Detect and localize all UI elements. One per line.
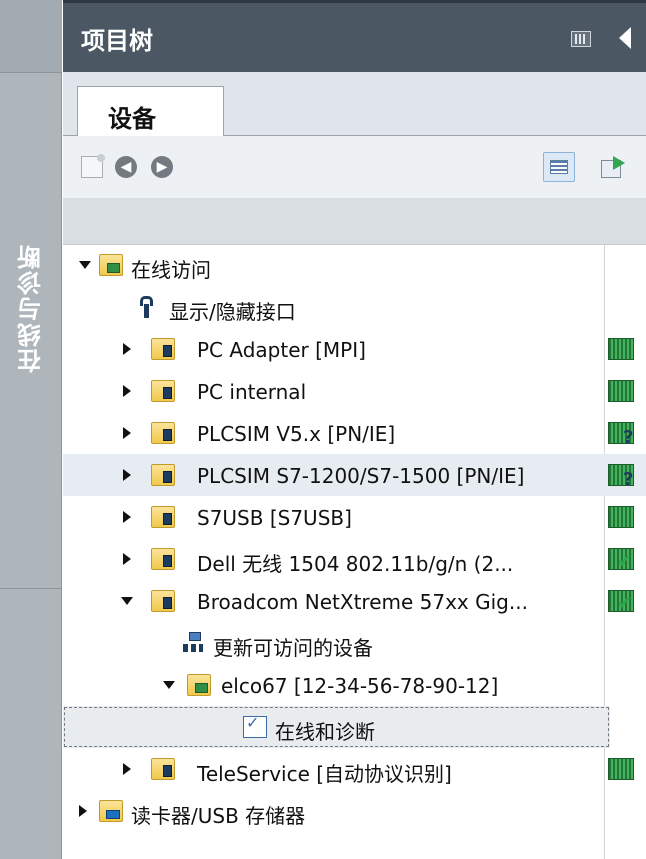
interface-folder-icon bbox=[151, 506, 175, 528]
wrench-icon bbox=[139, 296, 163, 318]
details-view-icon[interactable] bbox=[543, 152, 575, 182]
tree-row-label: TeleService [自动协议识别] bbox=[197, 762, 452, 786]
tree-row-broadcom[interactable]: Broadcom NetXtreme 57xx Gig... bbox=[63, 580, 646, 622]
online-status-icon bbox=[608, 758, 634, 780]
expand-toggle-icon[interactable] bbox=[123, 763, 131, 775]
side-tab-header bbox=[0, 0, 62, 73]
panel-title: 项目树 bbox=[81, 27, 153, 55]
collapse-left-icon[interactable] bbox=[619, 27, 631, 49]
tree-row-label: 更新可访问的设备 bbox=[213, 636, 373, 660]
tree-row-label: 显示/隐藏接口 bbox=[169, 300, 296, 324]
tree-row-pc-internal[interactable]: PC internal bbox=[63, 370, 646, 412]
interface-folder-icon bbox=[151, 590, 175, 612]
expand-toggle-icon[interactable] bbox=[163, 681, 175, 689]
expand-toggle-icon[interactable] bbox=[121, 597, 133, 605]
tree-row-online-diagnostics[interactable]: 在线和诊断 bbox=[63, 706, 610, 748]
expand-toggle-icon[interactable] bbox=[123, 469, 131, 481]
interface-folder-icon bbox=[151, 422, 175, 444]
interface-folder-icon bbox=[151, 338, 175, 360]
tab-devices[interactable]: 设备 bbox=[77, 86, 224, 137]
export-icon[interactable] bbox=[601, 154, 627, 180]
interface-folder-icon bbox=[151, 380, 175, 402]
online-status-icon bbox=[608, 338, 634, 360]
online-status-icon bbox=[608, 380, 634, 402]
new-group-icon[interactable] bbox=[81, 154, 105, 178]
expand-toggle-icon[interactable] bbox=[79, 261, 91, 269]
update-devices-icon bbox=[183, 632, 207, 654]
tree-row-plcsim-v5[interactable]: PLCSIM V5.x [PN/IE] bbox=[63, 412, 646, 454]
connected-status-icon bbox=[608, 590, 634, 614]
tree-row-label: PLCSIM S7-1200/S7-1500 [PN/IE] bbox=[197, 464, 525, 488]
tree-row-show-hide-interfaces[interactable]: 显示/隐藏接口 bbox=[63, 286, 646, 328]
interface-folder-icon bbox=[151, 464, 175, 486]
tree-toolbar: ◀ ▶ bbox=[63, 136, 646, 198]
online-diagnostics-side-tab[interactable]: 在线与诊断 bbox=[0, 0, 62, 859]
tree-row-label: PLCSIM V5.x [PN/IE] bbox=[197, 422, 396, 446]
tree-row-card-reader[interactable]: 读卡器/USB 存储器 bbox=[63, 790, 646, 832]
tree-row-label: PC internal bbox=[197, 380, 307, 404]
project-tree-title-bar: 项目树 bbox=[63, 0, 646, 72]
unknown-status-icon bbox=[608, 464, 634, 490]
tree-column-header bbox=[63, 198, 646, 245]
tree-row-label: 读卡器/USB 存储器 bbox=[131, 804, 306, 828]
tree-row-update-accessible[interactable]: 更新可访问的设备 bbox=[63, 622, 646, 664]
unknown-status-icon bbox=[608, 422, 634, 448]
device-tree: 在线访问 显示/隐藏接口 PC Adapter [MPI] PC interna… bbox=[63, 244, 646, 859]
diagnostics-icon bbox=[243, 713, 267, 738]
tree-row-elco67[interactable]: elco67 [12-34-56-78-90-12] bbox=[63, 664, 646, 706]
expand-toggle-icon[interactable] bbox=[123, 511, 131, 523]
tab-strip: 设备 bbox=[63, 72, 646, 137]
tree-row-label: Broadcom NetXtreme 57xx Gig... bbox=[197, 590, 528, 614]
side-tab-divider bbox=[0, 588, 62, 589]
interface-folder-icon bbox=[151, 758, 175, 780]
forward-arrow-icon[interactable]: ▶ bbox=[151, 156, 173, 178]
expand-toggle-icon[interactable] bbox=[123, 427, 131, 439]
side-tab-label[interactable]: 在线与诊断 bbox=[4, 218, 58, 398]
tree-row-label: S7USB [S7USB] bbox=[197, 506, 352, 530]
card-reader-folder-icon bbox=[99, 800, 123, 822]
tree-row-label: Dell 无线 1504 802.11b/g/n (2... bbox=[197, 552, 514, 576]
expand-toggle-icon[interactable] bbox=[123, 553, 131, 565]
tree-row-online-access[interactable]: 在线访问 bbox=[63, 244, 646, 286]
expand-toggle-icon[interactable] bbox=[123, 385, 131, 397]
tree-row-teleservice[interactable]: TeleService [自动协议识别] bbox=[63, 748, 646, 790]
expand-toggle-icon[interactable] bbox=[123, 343, 131, 355]
tree-row-pc-adapter[interactable]: PC Adapter [MPI] bbox=[63, 328, 646, 370]
online-status-icon bbox=[608, 506, 634, 528]
expand-toggle-icon[interactable] bbox=[79, 805, 87, 817]
tree-row-label: elco67 [12-34-56-78-90-12] bbox=[221, 674, 499, 698]
tree-row-label: 在线和诊断 bbox=[275, 720, 375, 744]
connected-status-icon bbox=[608, 548, 634, 572]
tree-row-s7usb[interactable]: S7USB [S7USB] bbox=[63, 496, 646, 538]
device-folder-icon bbox=[187, 674, 211, 696]
back-arrow-icon[interactable]: ◀ bbox=[115, 156, 137, 178]
tree-row-label: 在线访问 bbox=[131, 258, 211, 282]
interface-folder-icon bbox=[151, 548, 175, 570]
tree-row-dell-wireless[interactable]: Dell 无线 1504 802.11b/g/n (2... bbox=[63, 538, 646, 580]
pin-panel-icon[interactable] bbox=[571, 31, 591, 47]
tree-row-plcsim-s7[interactable]: PLCSIM S7-1200/S7-1500 [PN/IE] bbox=[63, 454, 646, 496]
online-access-folder-icon bbox=[99, 254, 123, 276]
tree-row-label: PC Adapter [MPI] bbox=[197, 338, 366, 362]
